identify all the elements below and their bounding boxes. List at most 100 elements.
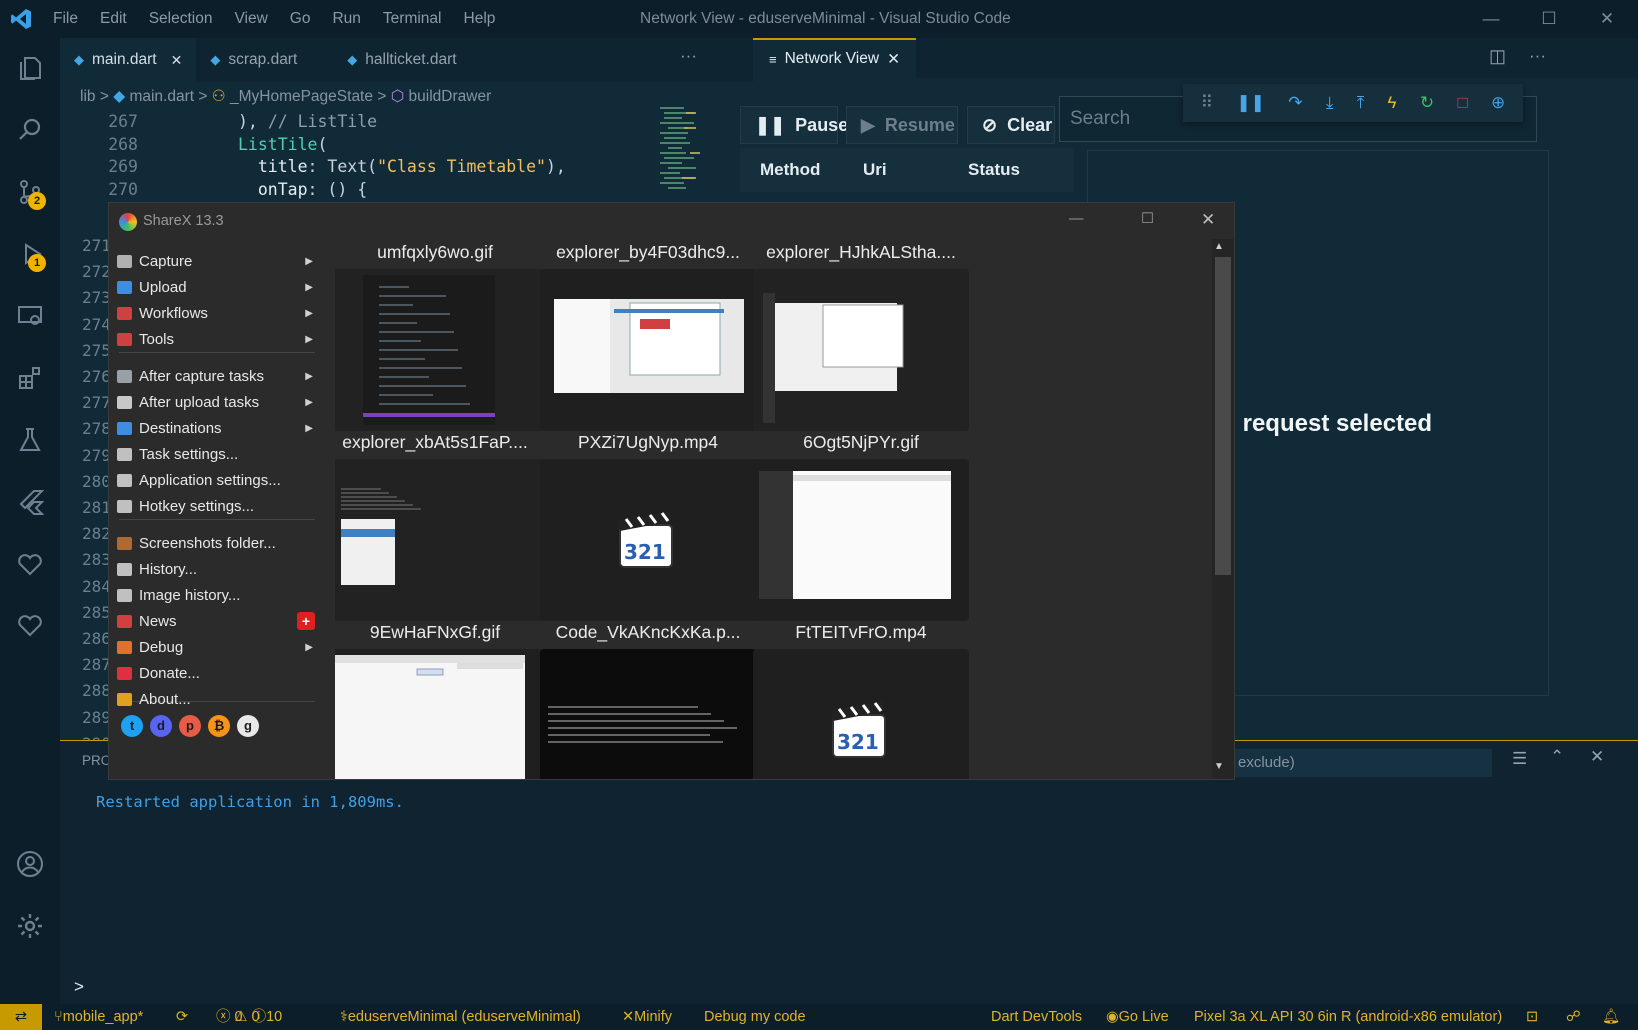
filter-input[interactable]: exclude) [1232, 749, 1492, 777]
close-icon[interactable]: ✕ [1578, 0, 1636, 38]
step-into-icon[interactable]: ⤓ [1326, 93, 1334, 113]
discord-icon[interactable]: d [150, 715, 172, 737]
sharex-menu-destinations[interactable]: Destinations ▶ [115, 415, 315, 441]
video-thumbnail-icon[interactable]: 321 [753, 649, 969, 779]
tab-scrap-dart[interactable]: ◆ scrap.dart [196, 38, 311, 82]
debug-pause-icon[interactable]: ❚❚ [1236, 93, 1265, 113]
heart-icon[interactable] [0, 596, 60, 656]
source-control-icon[interactable]: 2 [0, 162, 60, 222]
panel-tab-problems[interactable]: PRO [82, 753, 111, 768]
history-item[interactable]: 9EwHaFNxGf.gif [335, 615, 543, 779]
restart-icon[interactable]: ↻ [1420, 93, 1434, 113]
inspect-widget-icon[interactable]: ⊕ [1491, 93, 1505, 113]
sharex-menu-screenshots-folder[interactable]: Screenshots folder... [115, 530, 315, 556]
notifications-bell-icon[interactable]: 🔔︎ [1602, 1004, 1620, 1030]
extensions-icon[interactable] [0, 348, 60, 408]
breadcrumb-method[interactable]: buildDrawer [409, 88, 492, 105]
file-thumbnail[interactable] [753, 269, 969, 431]
run-debug-icon[interactable]: 1 [0, 224, 60, 284]
sharex-menu-upload[interactable]: Upload ▶ [115, 274, 315, 300]
live-share-icon[interactable] [0, 534, 60, 594]
drag-handle-icon[interactable]: ⠿ [1201, 93, 1213, 113]
twitter-icon[interactable]: t [121, 715, 143, 737]
breadcrumb-class[interactable]: _MyHomePageState [230, 88, 373, 105]
branch-indicator[interactable]: ⑂ mobile_app* [54, 1004, 143, 1030]
column-status[interactable]: Status [968, 160, 1020, 180]
go-live-button[interactable]: ◉ Go Live [1106, 1004, 1169, 1030]
maximize-panel-icon[interactable]: ⌃ [1550, 747, 1564, 767]
minify-toggle[interactable]: ✕ Minify [622, 1004, 672, 1030]
sharex-menu-news[interactable]: News + [115, 608, 315, 634]
sharex-menu-history[interactable]: History... [115, 556, 315, 582]
column-uri[interactable]: Uri [863, 160, 887, 180]
minimize-icon[interactable]: — [1069, 211, 1084, 227]
accounts-icon[interactable] [0, 834, 60, 894]
video-thumbnail-icon[interactable]: 321 [540, 459, 756, 621]
more-actions-icon[interactable]: ··· [680, 46, 697, 66]
github-icon[interactable]: g [237, 715, 259, 737]
menu-item-go[interactable]: Go [279, 0, 322, 38]
menu-item-view[interactable]: View [223, 0, 278, 38]
sharex-scrollbar[interactable]: ▲ ▼ [1212, 239, 1234, 779]
tab-network-view[interactable]: ≡ Network View ✕ [753, 38, 917, 78]
history-item[interactable]: 6Ogt5NjPYr.gif [753, 425, 969, 621]
sharex-menu-about[interactable]: About... [115, 686, 315, 712]
bitcoin-icon[interactable]: ₿ [208, 715, 230, 737]
sharex-menu-debug[interactable]: Debug ▶ [115, 634, 315, 660]
close-panel-icon[interactable]: ✕ [1590, 747, 1604, 767]
history-item[interactable]: explorer_by4F03dhc9... [540, 239, 756, 431]
remote-explorer-icon[interactable] [0, 286, 60, 346]
tab-hallticket-dart[interactable]: ◆ hallticket.dart [311, 38, 470, 82]
maximize-icon[interactable]: ☐ [1520, 0, 1578, 38]
file-thumbnail[interactable] [335, 269, 543, 431]
sharex-menu-donate[interactable]: Donate... [115, 660, 315, 686]
maximize-icon[interactable]: ☐ [1141, 211, 1154, 227]
minimap[interactable] [656, 104, 712, 196]
pause-button[interactable]: ❚❚ Pause [740, 106, 848, 144]
testing-icon[interactable] [0, 410, 60, 470]
feedback-icon[interactable]: ☍ [1566, 1004, 1581, 1030]
sharex-menu-task-settings[interactable]: Task settings... [115, 441, 315, 467]
tab-main-dart[interactable]: ◆ main.dart ✕ [60, 38, 197, 82]
column-method[interactable]: Method [760, 160, 820, 180]
history-item[interactable]: explorer_xbAt5s1FaP.... [335, 425, 543, 621]
breadcrumb-lib[interactable]: lib [80, 88, 96, 105]
flutter-project-indicator[interactable]: ⚕ eduserveMinimal (eduserveMinimal) [340, 1004, 581, 1030]
stop-icon[interactable]: □ [1457, 93, 1467, 113]
code-line[interactable]: ), // ListTile [238, 112, 377, 131]
sync-icon[interactable]: ⟳ [176, 1004, 188, 1030]
file-thumbnail[interactable] [753, 459, 969, 621]
step-over-icon[interactable]: ↷ [1288, 93, 1302, 113]
file-thumbnail[interactable] [335, 459, 543, 621]
terminal-icon[interactable]: ⊡ [1526, 1004, 1538, 1030]
sharex-menu-after-capture-tasks[interactable]: After capture tasks ▶ [115, 363, 315, 389]
settings-gear-icon[interactable] [0, 896, 60, 956]
split-editor-icon[interactable]: ◫ [1489, 46, 1506, 67]
menu-item-edit[interactable]: Edit [89, 0, 138, 38]
close-icon[interactable]: ✕ [1201, 210, 1215, 230]
sharex-menu-tools[interactable]: Tools ▶ [115, 326, 315, 352]
tab-close-icon[interactable]: ✕ [171, 52, 183, 69]
sharex-menu-capture[interactable]: Capture ▶ [115, 248, 315, 274]
menu-item-run[interactable]: Run [321, 0, 371, 38]
scroll-down-icon[interactable]: ▼ [1214, 761, 1224, 772]
history-item[interactable]: explorer_HJhkALStha.... [753, 239, 969, 431]
history-item[interactable]: Code_VkAKncKxKa.p... [540, 615, 756, 779]
step-out-icon[interactable]: ⤒ [1357, 93, 1365, 113]
code-line[interactable]: ListTile( [238, 135, 327, 154]
breadcrumb-file[interactable]: main.dart [129, 88, 194, 105]
code-line[interactable]: title: Text("Class Timetable"), [238, 157, 566, 176]
console-input-prompt[interactable]: > [74, 977, 84, 997]
clear-button[interactable]: ⊘ Clear [967, 106, 1055, 144]
remote-indicator-icon[interactable]: ⇄ [0, 1004, 42, 1030]
sharex-menu-workflows[interactable]: Workflows ▶ [115, 300, 315, 326]
history-item[interactable]: FtTEITvFrO.mp4 321 [753, 615, 969, 779]
menu-item-help[interactable]: Help [453, 0, 507, 38]
sharex-menu-hotkey-settings[interactable]: Hotkey settings... [115, 493, 315, 519]
scroll-up-icon[interactable]: ▲ [1214, 241, 1224, 252]
history-item[interactable]: umfqxly6wo.gif [335, 239, 543, 431]
device-selector[interactable]: Pixel 3a XL API 30 6in R (android-x86 em… [1194, 1004, 1502, 1030]
menu-item-file[interactable]: File [42, 0, 89, 38]
hot-reload-icon[interactable]: ϟ [1388, 93, 1397, 113]
history-item[interactable]: PXZi7UgNyp.mp4 321 [540, 425, 756, 621]
